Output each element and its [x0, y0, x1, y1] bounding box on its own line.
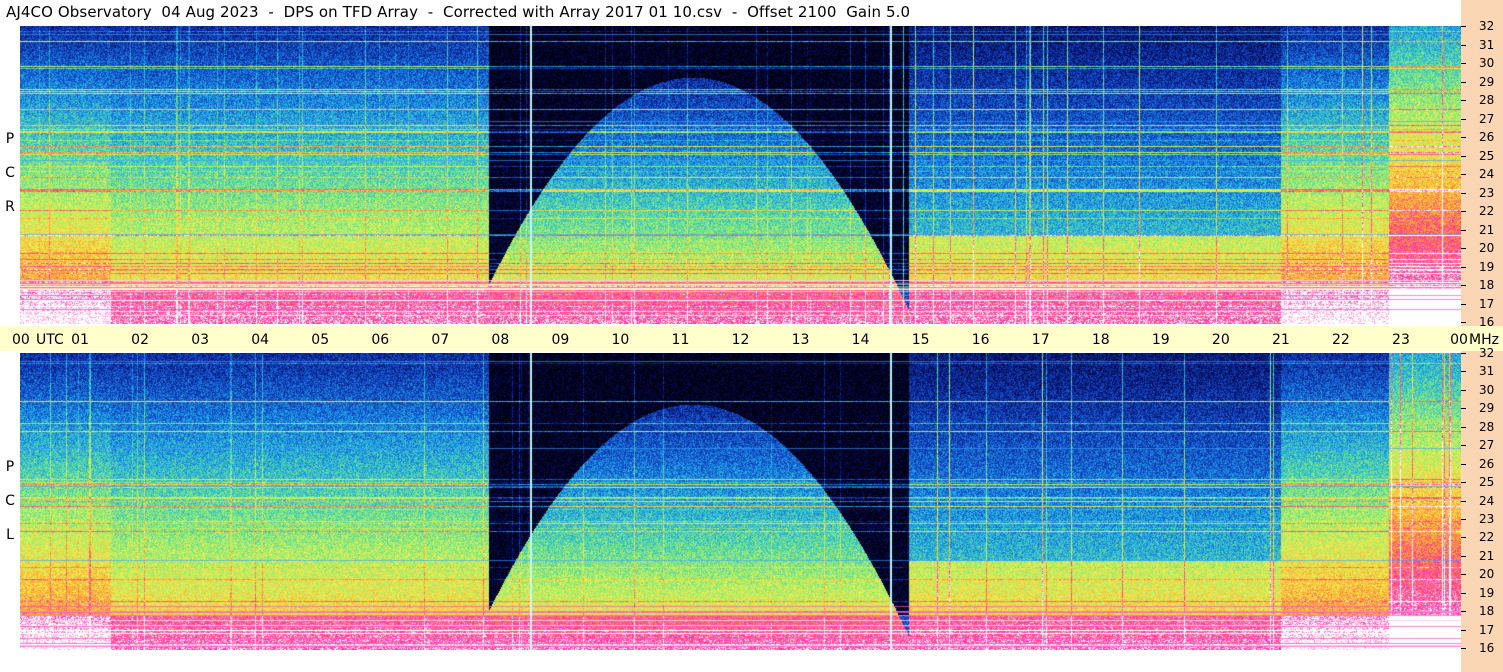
freq-tick-label: 22: [1479, 204, 1495, 218]
rcp-polarization-label: P C R: [0, 122, 20, 224]
freq-tick-label: 28: [1479, 419, 1495, 434]
freq-tick-label: 22: [1479, 530, 1495, 545]
lcp-heatmap-canvas: [20, 353, 1461, 650]
time-tick-label: 17: [1031, 332, 1050, 348]
time-tick-label: 18: [1091, 332, 1110, 348]
freq-tick-label: 30: [1479, 382, 1495, 397]
time-tick-label: 20: [1211, 332, 1230, 348]
freq-tick-label: 31: [1479, 364, 1495, 379]
time-tick-label: 14: [851, 332, 870, 348]
rcp-letter-p: R: [5, 199, 15, 215]
time-tick-label: 16: [971, 332, 990, 348]
freq-tick-label: 30: [1479, 56, 1495, 70]
freq-tick-label: 24: [1479, 493, 1495, 508]
time-tick-label: 02: [131, 332, 149, 348]
freq-tick-label: 31: [1479, 37, 1495, 52]
time-tick-label: 12: [731, 332, 750, 348]
freq-tick-label: 20: [1479, 241, 1495, 255]
lcp-letter-l: L: [6, 527, 14, 543]
time-tick-label: 10: [611, 332, 630, 348]
lcp-polarization-label: P C L: [0, 450, 20, 552]
rcp-letter-c: C: [5, 165, 15, 181]
time-tick-label: 19: [1151, 332, 1170, 348]
rcp-letter-r: P: [5, 131, 15, 147]
lcp-letter-c: C: [5, 493, 15, 509]
time-tick-label: 23: [1392, 332, 1410, 348]
freq-tick-label: 23: [1479, 185, 1495, 200]
utc-unit-label: UTC: [36, 332, 64, 348]
rcp-heatmap-canvas: [20, 26, 1461, 324]
freq-tick-label: 32: [1479, 19, 1495, 33]
lcp-letter-p: P: [5, 459, 15, 475]
freq-tick-label: 25: [1479, 148, 1495, 163]
time-tick-label: 13: [791, 332, 810, 348]
time-tick-label: 00: [1450, 332, 1468, 348]
time-tick-label: 15: [911, 332, 930, 348]
freq-tick-label: 29: [1479, 401, 1495, 416]
freq-tick-label: 18: [1479, 278, 1495, 292]
time-tick-label: 05: [311, 332, 330, 348]
time-tick-label: 08: [491, 332, 510, 348]
freq-tick-label: 27: [1479, 111, 1495, 126]
freq-tick-label: 32: [1479, 346, 1495, 360]
time-tick-label: 04: [251, 332, 270, 348]
freq-tick-label: 26: [1479, 456, 1495, 471]
freq-tick-label: 19: [1479, 585, 1495, 600]
freq-tick-label: 16: [1479, 315, 1495, 329]
lcp-spectrogram: [20, 353, 1461, 650]
time-tick-label: 03: [191, 332, 210, 348]
time-tick-label: 11: [671, 332, 690, 348]
time-tick-label: 09: [551, 332, 570, 348]
freq-tick-label: 24: [1479, 167, 1495, 181]
freq-tick-label: 21: [1479, 222, 1495, 237]
freq-tick-label: 29: [1479, 74, 1495, 89]
rcp-spectrogram: [20, 26, 1461, 324]
freq-tick-label: 16: [1479, 641, 1495, 655]
chart-title: AJ4CO Observatory 04 Aug 2023 - DPS on T…: [6, 3, 911, 21]
time-tick-label: 22: [1331, 332, 1350, 348]
freq-tick-label: 27: [1479, 438, 1495, 453]
freq-tick-label: 17: [1479, 296, 1495, 311]
time-tick-label: 21: [1271, 332, 1290, 348]
freq-tick-label: 21: [1479, 548, 1495, 563]
time-tick-label: 06: [371, 332, 390, 348]
freq-tick-label: 25: [1479, 475, 1495, 490]
time-tick-label: 01: [71, 332, 89, 348]
freq-tick-label: 26: [1479, 130, 1495, 144]
freq-tick-label: 28: [1479, 93, 1495, 107]
freq-tick-label: 23: [1479, 511, 1495, 526]
time-tick-label: 00: [12, 332, 30, 348]
freq-tick-label: 19: [1479, 259, 1495, 274]
time-tick-label: 07: [431, 332, 450, 348]
freq-tick-label: 17: [1479, 622, 1495, 637]
freq-tick-label: 20: [1479, 567, 1495, 582]
freq-tick-label: 18: [1479, 604, 1495, 619]
